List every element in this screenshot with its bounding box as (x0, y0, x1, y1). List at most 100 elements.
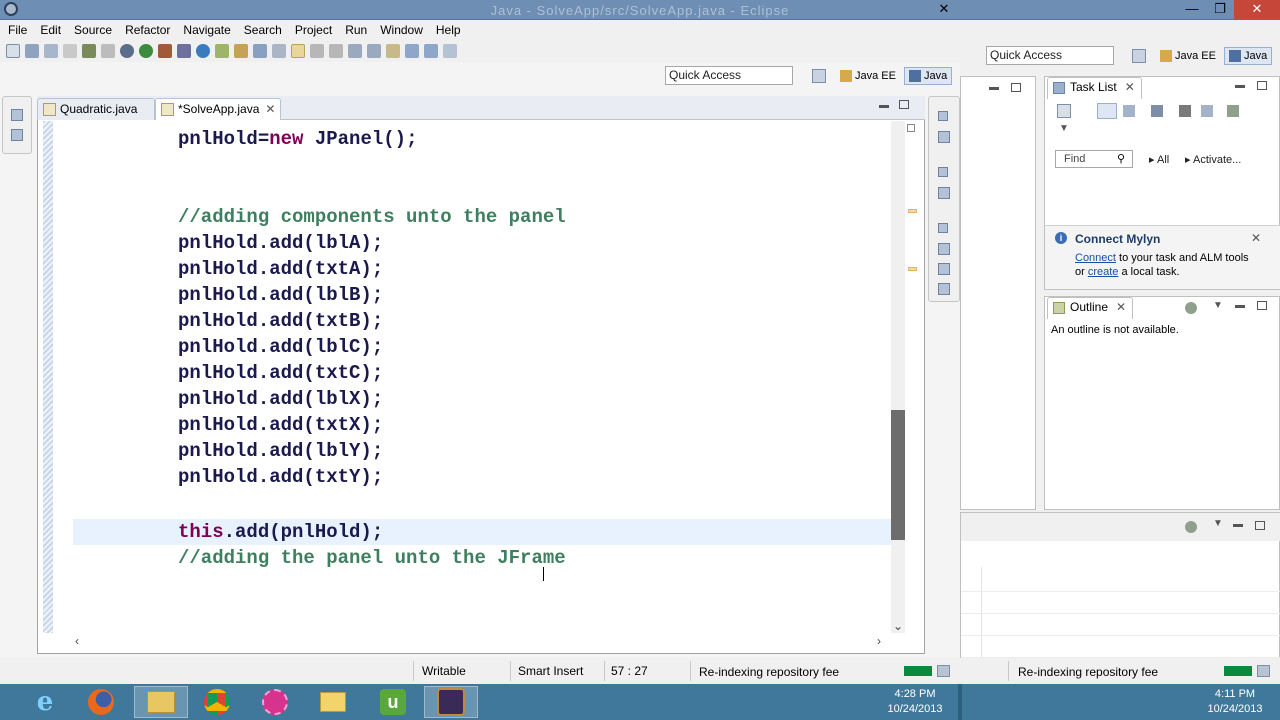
tab-quadratic-java[interactable]: Quadratic.java (37, 98, 155, 120)
maximize-view-icon[interactable] (1255, 521, 1265, 530)
skip-breakpoints-icon[interactable] (101, 44, 115, 58)
second-window-close-button[interactable]: ✕ (930, 0, 958, 19)
restore-icon[interactable] (938, 223, 948, 233)
toggle-mark-occurrences-icon[interactable] (272, 44, 286, 58)
tab-task-list[interactable]: Task List ✕ (1047, 77, 1142, 99)
scheduled-icon[interactable] (1123, 105, 1135, 117)
quick-access-input[interactable]: Quick Access (665, 66, 793, 85)
pin-editor-icon[interactable] (443, 44, 457, 58)
toggle-highlight-icon[interactable] (291, 44, 305, 58)
scroll-right-icon[interactable]: › (877, 634, 881, 648)
hide-completed-icon[interactable] (1151, 105, 1163, 117)
search-icon[interactable] (253, 44, 267, 58)
quick-access-input-2[interactable]: Quick Access (986, 46, 1114, 65)
minimize-view-icon[interactable] (1235, 85, 1245, 88)
javadoc-icon[interactable] (938, 263, 950, 275)
open-perspective-icon[interactable] (812, 69, 826, 83)
menu-run[interactable]: Run (345, 23, 367, 37)
close-mylyn-icon[interactable]: ✕ (1251, 231, 1261, 245)
scroll-down-icon[interactable]: ⌄ (893, 619, 903, 633)
debug-icon[interactable] (120, 44, 134, 58)
create-link[interactable]: create (1088, 266, 1119, 278)
last-edit-icon[interactable] (386, 44, 400, 58)
tab-solveapp-java[interactable]: *SolveApp.java ✕ (155, 98, 281, 120)
editor-scrollbar-thumb[interactable] (891, 410, 905, 540)
taskbar-chrome[interactable] (190, 686, 244, 718)
menu-file[interactable]: File (8, 23, 27, 37)
back-icon[interactable] (405, 44, 419, 58)
close-button[interactable]: ✕ (1234, 0, 1280, 19)
editor-horizontal-scrollbar[interactable]: ‹ › (65, 634, 891, 650)
sync-icon[interactable] (1227, 105, 1239, 117)
filter-activate[interactable]: ▸ Activate... (1185, 153, 1241, 166)
save-icon[interactable] (25, 44, 39, 58)
block-selection-icon[interactable] (310, 44, 324, 58)
new-java-project-icon[interactable] (177, 44, 191, 58)
minimize-view-icon[interactable] (989, 87, 999, 90)
maximize-view-icon[interactable] (1011, 83, 1021, 92)
categorized-icon[interactable] (1097, 103, 1117, 119)
close-view-icon[interactable]: ✕ (1116, 300, 1126, 314)
connect-link[interactable]: Connect (1075, 252, 1116, 264)
taskbar-explorer[interactable] (134, 686, 188, 718)
taskbar-ie[interactable]: e (18, 686, 72, 718)
menu-refactor[interactable]: Refactor (125, 23, 170, 37)
package-explorer-icon[interactable] (11, 129, 23, 141)
tab-outline[interactable]: Outline ✕ (1047, 297, 1134, 319)
restore-icon[interactable] (11, 109, 23, 121)
save-all-icon[interactable] (44, 44, 58, 58)
next-annotation-icon[interactable] (348, 44, 362, 58)
code-text-area[interactable]: pnlHold=new JPanel(); //adding component… (73, 126, 891, 631)
minimize-button[interactable]: — (1178, 0, 1206, 19)
menu-project[interactable]: Project (295, 23, 332, 37)
scroll-left-icon[interactable]: ‹ (75, 634, 79, 648)
perspective-java[interactable]: Java (1223, 47, 1273, 65)
new-class-icon[interactable] (215, 44, 229, 58)
previous-annotation-icon[interactable] (367, 44, 381, 58)
run-icon[interactable] (139, 44, 153, 58)
build-icon[interactable] (82, 44, 96, 58)
focus-icon[interactable] (1201, 105, 1213, 117)
close-view-icon[interactable]: ✕ (1125, 80, 1135, 94)
view-menu-chevron-icon[interactable]: ▼ (1059, 123, 1069, 134)
outline-icon[interactable] (938, 187, 950, 199)
external-tools-icon[interactable] (158, 44, 172, 58)
taskbar-app-pink[interactable] (248, 686, 302, 718)
maximize-button[interactable]: ❐ (1206, 0, 1234, 19)
progress-view-icon[interactable] (937, 665, 950, 677)
editor-vertical-scrollbar[interactable] (891, 121, 905, 633)
new-icon[interactable] (6, 44, 20, 58)
maximize-editor-icon[interactable] (899, 100, 909, 109)
menu-source[interactable]: Source (74, 23, 112, 37)
open-type-icon[interactable] (234, 44, 248, 58)
overview-marker[interactable] (908, 209, 917, 213)
clock-2[interactable]: 4:11 PM 10/24/2013 (1200, 687, 1270, 717)
maximize-view-icon[interactable] (1257, 301, 1267, 310)
outline-toolbar-icon[interactable] (1185, 302, 1197, 314)
view-menu-chevron-icon[interactable]: ▼ (1213, 518, 1223, 529)
view-menu-chevron-icon[interactable]: ▼ (1213, 300, 1223, 311)
new-task-icon[interactable] (1057, 104, 1071, 118)
minimize-view-icon[interactable] (1233, 524, 1243, 527)
menu-help[interactable]: Help (436, 23, 461, 37)
taskbar-firefox[interactable] (74, 686, 128, 718)
open-perspective-icon[interactable] (1132, 49, 1146, 63)
problems-icon[interactable] (938, 243, 950, 255)
collapse-all-icon[interactable] (1179, 105, 1191, 117)
perspective-java[interactable]: Java (903, 67, 953, 85)
forward-icon[interactable] (424, 44, 438, 58)
menu-search[interactable]: Search (244, 23, 282, 37)
print-icon[interactable] (63, 44, 77, 58)
maximize-view-icon[interactable] (1257, 81, 1267, 90)
clock-1[interactable]: 4:28 PM 10/24/2013 (880, 687, 950, 717)
overview-marker[interactable] (908, 267, 917, 271)
menu-edit[interactable]: Edit (40, 23, 61, 37)
show-whitespace-icon[interactable] (329, 44, 343, 58)
taskbar-eclipse[interactable] (424, 686, 478, 718)
menu-window[interactable]: Window (380, 23, 423, 37)
perspective-java-ee[interactable]: Java EE (1156, 48, 1220, 64)
task-list-icon[interactable] (938, 131, 950, 143)
restore-icon[interactable] (938, 167, 948, 177)
menu-navigate[interactable]: Navigate (183, 23, 230, 37)
new-package-icon[interactable] (196, 44, 210, 58)
